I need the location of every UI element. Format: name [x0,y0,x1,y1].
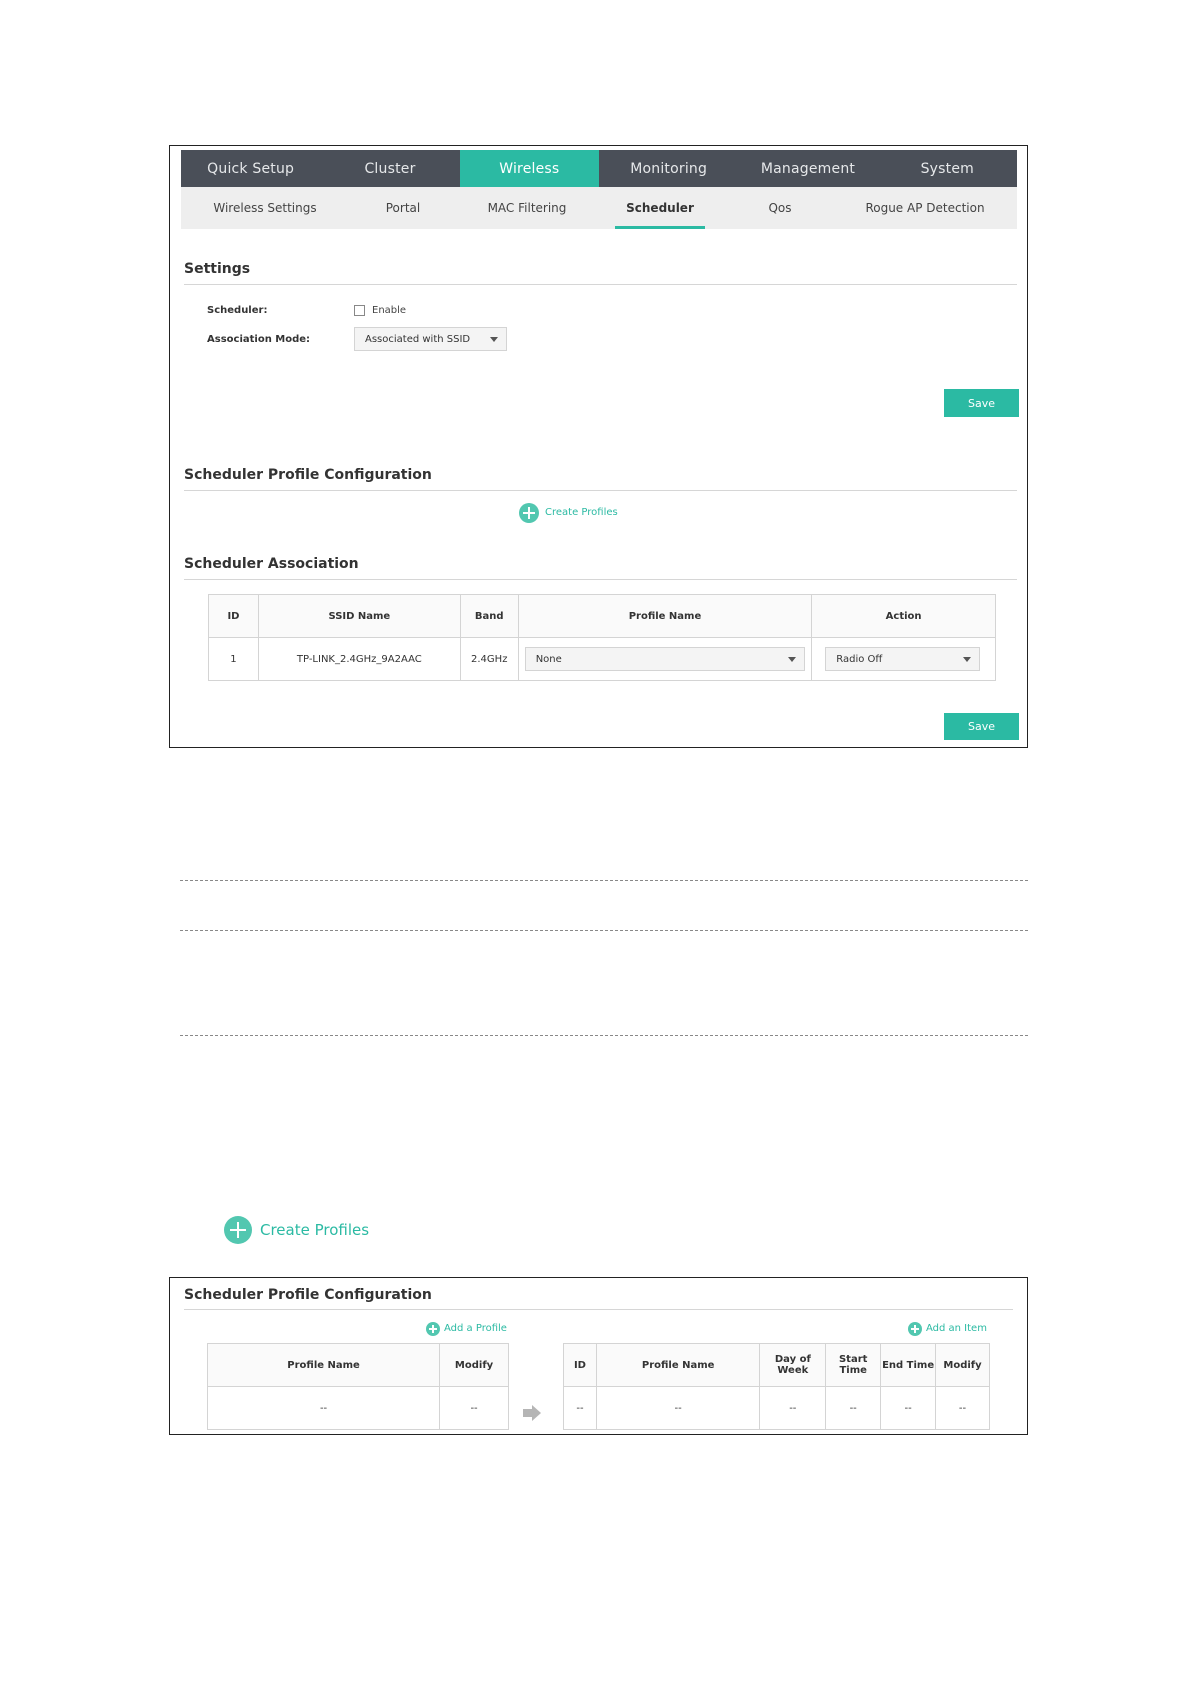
header-day-of-week: Day of Week [759,1343,827,1387]
header-profile-name: Profile Name [206,1343,441,1387]
association-save-button[interactable]: Save [944,713,1019,740]
table-row: -- -- [206,1386,509,1430]
chevron-down-icon [490,337,498,342]
header-modify: Modify [935,1343,990,1387]
profile-config-screenshot: Scheduler Profile Configuration Add a Pr… [169,1277,1028,1435]
add-item-plus-icon[interactable] [908,1322,922,1336]
cell-ssid: TP-LINK_2.4GHz_9A2AAC [257,637,461,681]
cell-profile: None [517,637,813,681]
settings-save-button[interactable]: Save [944,389,1019,417]
cell-modify: -- [935,1386,990,1430]
cell-profile-name: -- [595,1386,761,1430]
table-row: 1 TP-LINK_2.4GHz_9A2AAC 2.4GHz None Radi… [208,637,996,681]
action-value: Radio Off [836,653,883,665]
scheduler-enable-checkbox[interactable] [354,305,365,316]
header-band: Band [459,594,519,638]
header-start-time: Start Time [825,1343,882,1387]
add-profile-plus-icon[interactable] [426,1322,440,1336]
tab-cluster[interactable]: Cluster [320,150,459,187]
cell-start-time: -- [825,1386,882,1430]
tab-management[interactable]: Management [738,150,877,187]
header-modify: Modify [439,1343,509,1387]
dashed-separator [180,930,1028,931]
dashed-separator [180,880,1028,881]
header-profile-name: Profile Name [517,594,813,638]
association-mode-select[interactable]: Associated with SSID [354,327,507,351]
cell-end-time: -- [880,1386,937,1430]
create-profiles-link-large[interactable]: Create Profiles [260,1221,369,1239]
dashed-separator [180,1035,1028,1036]
subtab-wireless-settings[interactable]: Wireless Settings [181,187,349,229]
subtab-qos[interactable]: Qos [705,187,855,229]
chevron-down-icon [963,657,972,662]
header-profile-name: Profile Name [595,1343,761,1387]
tab-quick-setup[interactable]: Quick Setup [181,150,320,187]
subtab-scheduler[interactable]: Scheduler [615,187,705,229]
action-select[interactable]: Radio Off [825,647,981,671]
top-navigation: Quick Setup Cluster Wireless Monitoring … [181,150,1017,187]
subtab-portal[interactable]: Portal [349,187,457,229]
subtab-rogue-ap-detection[interactable]: Rogue AP Detection [855,187,995,229]
scheduler-label: Scheduler: [207,305,268,316]
subtab-mac-filtering[interactable]: MAC Filtering [457,187,597,229]
header-action: Action [811,594,996,638]
header-id: ID [208,594,259,638]
association-mode-value: Associated with SSID [365,333,471,345]
cell-id: -- [563,1386,597,1430]
settings-divider [184,284,1017,285]
cell-profile-name: -- [206,1386,441,1430]
profile-list-table: Profile Name Modify -- -- [206,1343,509,1430]
profile-config-title: Scheduler Profile Configuration [184,467,432,483]
chevron-down-icon [787,657,796,662]
table-row: -- -- -- -- -- -- [563,1386,990,1430]
profile-config2-divider [184,1309,1013,1310]
cell-modify: -- [439,1386,509,1430]
association-table: ID SSID Name Band Profile Name Action 1 … [208,594,996,681]
profile-config2-title: Scheduler Profile Configuration [184,1287,432,1303]
association-divider [184,579,1017,580]
arrow-right-icon [523,1405,541,1421]
cell-id: 1 [208,637,259,681]
header-end-time: End Time [880,1343,937,1387]
cell-action: Radio Off [811,637,996,681]
cell-day-of-week: -- [759,1386,827,1430]
tab-system[interactable]: System [878,150,1017,187]
create-profiles-link[interactable]: Create Profiles [545,507,618,518]
profile-name-value: None [535,653,562,665]
enable-label: Enable [372,305,407,316]
tab-monitoring[interactable]: Monitoring [599,150,738,187]
create-profiles-plus-icon[interactable] [519,503,539,523]
sub-navigation: Wireless Settings Portal MAC Filtering S… [181,187,1017,229]
tab-wireless[interactable]: Wireless [459,150,599,187]
profile-items-table: ID Profile Name Day of Week Start Time E… [563,1343,990,1430]
association-mode-label: Association Mode: [207,334,311,345]
header-id: ID [563,1343,597,1387]
add-item-link[interactable]: Add an Item [926,1323,987,1334]
profile-config-divider [184,490,1017,491]
association-title: Scheduler Association [184,556,359,572]
create-profiles-plus-icon-large[interactable] [224,1216,252,1244]
settings-title: Settings [184,261,251,277]
header-ssid-name: SSID Name [257,594,461,638]
profile-name-select[interactable]: None [524,647,805,671]
cell-band: 2.4GHz [459,637,519,681]
scheduler-page-screenshot: Quick Setup Cluster Wireless Monitoring … [169,145,1028,748]
add-profile-link[interactable]: Add a Profile [444,1323,507,1334]
